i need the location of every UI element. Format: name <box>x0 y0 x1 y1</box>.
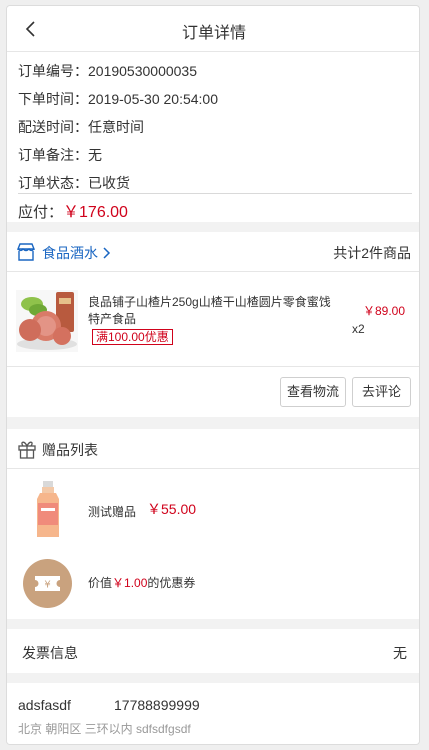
delivery-time-value: 任意时间 <box>88 119 144 135</box>
coupon-amount: ￥1.00 <box>112 576 148 590</box>
order-status-label: 订单状态： <box>18 175 88 191</box>
store-name-link[interactable]: 食品酒水 <box>42 243 112 263</box>
promo-badge: 满100.00优惠 <box>92 329 173 345</box>
order-time-value: 2019-05-30 20:54:00 <box>88 91 218 107</box>
recipient-phone: 17788899999 <box>114 697 200 713</box>
order-remark-label: 订单备注： <box>18 147 88 163</box>
product-quantity: x2 <box>352 322 365 336</box>
gift-item-name: 测试赠品 <box>88 505 137 519</box>
recipient-name: adsfasdf <box>18 697 71 713</box>
chevron-right-icon <box>103 247 110 259</box>
coupon-suffix: 的优惠券 <box>147 576 196 590</box>
gift-header: 赠品列表 <box>7 429 419 469</box>
order-status-row: 订单状态：已收货 <box>18 173 130 193</box>
invoice-section: 发票信息 无 <box>7 629 419 673</box>
coupon-text: 价值￥1.00的优惠券 <box>88 574 195 591</box>
order-number-row: 订单编号：20190530000035 <box>18 61 197 81</box>
coupon-prefix: 价值 <box>88 576 113 590</box>
page-title: 订单详情 <box>181 25 246 42</box>
divider <box>18 193 412 194</box>
gift-icon <box>18 441 36 459</box>
store-name: 食品酒水 <box>42 245 98 261</box>
delivery-time-row: 配送时间：任意时间 <box>18 117 144 137</box>
nav-header: 订单详情 <box>7 6 419 52</box>
product-image <box>16 290 78 352</box>
product-row[interactable]: 良品铺子山楂片250g山楂干山楂圆片零食蜜饯特产食品 满100.00优惠 ￥89… <box>7 272 419 367</box>
order-remark-row: 订单备注：无 <box>18 145 102 165</box>
order-number-value: 20190530000035 <box>88 63 198 79</box>
order-number-label: 订单编号： <box>18 63 88 79</box>
delivery-time-label: 配送时间： <box>18 119 88 135</box>
coupon-ticket-icon: ¥ <box>23 559 72 608</box>
gift-list-title: 赠品列表 <box>42 442 98 458</box>
invoice-value: 无 <box>393 645 407 661</box>
order-time-label: 下单时间： <box>18 91 88 107</box>
item-count: 共计2件商品 <box>333 245 411 261</box>
address-section: adsfasdf 17788899999 北京 朝阳区 三环以内 sdfsdfg… <box>7 683 419 744</box>
invoice-label: 发票信息 <box>22 645 78 661</box>
store-icon <box>16 243 36 261</box>
goods-section: 食品酒水 共计2件商品 良品铺子山楂片250g山楂干山楂圆片零食蜜饯特产食品 满… <box>7 232 419 417</box>
order-remark-value: 无 <box>88 147 102 163</box>
gift-product-image <box>37 481 59 537</box>
payable-row: 应付：￥176.00 <box>18 198 128 222</box>
address-detail: 北京 朝阳区 三环以内 sdfsdfgsdf <box>18 722 191 736</box>
order-detail-page: 订单详情 订单编号：20190530000035 下单时间：2019-05-30… <box>6 5 420 745</box>
product-name: 良品铺子山楂片250g山楂干山楂圆片零食蜜饯特产食品 <box>88 295 331 326</box>
order-info-section: 订单编号：20190530000035 下单时间：2019-05-30 20:5… <box>7 52 419 222</box>
svg-text:¥: ¥ <box>44 580 50 591</box>
product-price: ￥89.00 <box>362 304 405 318</box>
view-logistics-button[interactable]: 查看物流 <box>280 377 346 407</box>
gift-item-price: ￥55.00 <box>147 501 197 517</box>
store-header[interactable]: 食品酒水 共计2件商品 <box>7 232 419 272</box>
review-button[interactable]: 去评论 <box>352 377 411 407</box>
payable-label: 应付： <box>18 204 64 221</box>
payable-amount: ￥176.00 <box>63 204 128 221</box>
order-status-value: 已收货 <box>88 175 130 191</box>
gift-section: 赠品列表 测试赠品 ￥55.00 ¥ 价值￥1.00的优惠券 <box>7 429 419 619</box>
order-time-row: 下单时间：2019-05-30 20:54:00 <box>18 89 218 109</box>
